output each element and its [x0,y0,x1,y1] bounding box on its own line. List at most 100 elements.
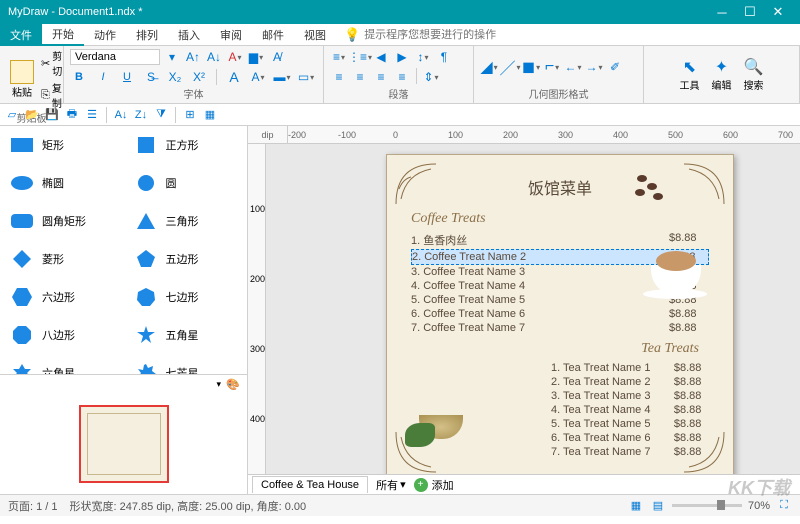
sort-az-icon[interactable]: A↓ [113,107,129,123]
menu-item[interactable]: 1. Tea Treat Name 1$8.88 [551,361,709,375]
menu-item[interactable]: 3. Tea Treat Name 3$8.88 [551,389,709,403]
save-icon[interactable]: 💾 [44,107,60,123]
tab-action[interactable]: 动作 [84,24,126,46]
shape-diamond[interactable]: 菱形 [0,240,124,278]
tab-review[interactable]: 审阅 [210,24,252,46]
grid-icon[interactable]: ⊞ [182,107,198,123]
shape-rectangle[interactable]: 矩形 [0,126,124,164]
fill-icon[interactable]: ◢▾ [480,58,498,76]
eyedropper-icon[interactable]: ✐ [606,58,624,76]
new-icon[interactable]: ▱ [4,107,20,123]
bullets-icon[interactable]: ≡▾ [330,48,348,66]
text-caps-icon[interactable]: A [225,68,243,86]
zoom-fit-icon[interactable]: ⛶ [776,498,792,514]
tab-insert[interactable]: 插入 [168,24,210,46]
list-icon[interactable]: ☰ [84,107,100,123]
highlight-icon[interactable]: ▆▾ [247,48,265,66]
maximize-button[interactable]: ☐ [736,4,764,20]
menu-item[interactable]: 7. Coffee Treat Name 7$8.88 [411,321,709,335]
justify-icon[interactable]: ≡ [393,68,411,86]
print-icon[interactable]: 🖶 [64,107,80,123]
shape-triangle[interactable]: 三角形 [124,202,248,240]
shape-star5[interactable]: 五角星 [124,316,248,354]
shape-pentagon[interactable]: 五边形 [124,240,248,278]
tab-view[interactable]: 视图 [294,24,336,46]
arrow-end-icon[interactable]: →▾ [585,58,603,76]
italic-icon[interactable]: I [94,68,112,86]
font-selector[interactable]: Verdana [70,49,160,65]
search-input[interactable] [364,29,564,41]
paragraph-mark-icon[interactable]: ¶ [435,48,453,66]
copy-button[interactable]: ⎘复制 [41,80,62,110]
tell-me-search[interactable]: 💡 [336,27,800,43]
shape-roundrect[interactable]: 圆角矩形 [0,202,124,240]
tools-button[interactable]: ⬉ 工具 [680,57,700,92]
grow-font-icon[interactable]: A↑ [184,48,202,66]
minimize-button[interactable]: ─ [708,5,736,20]
menu-item[interactable]: 7. Tea Treat Name 7$8.88 [551,445,709,459]
sort-za-icon[interactable]: Z↓ [133,107,149,123]
text-fill-icon[interactable]: ▬▾ [273,68,291,86]
numbering-icon[interactable]: ⋮≡▾ [351,48,369,66]
tab-arrange[interactable]: 排列 [126,24,168,46]
file-menu[interactable]: 文件 [0,24,42,46]
menu-item[interactable]: 6. Tea Treat Name 6$8.88 [551,431,709,445]
search-button[interactable]: 🔍 搜索 [744,57,764,92]
menu-item[interactable]: 6. Coffee Treat Name 6$8.88 [411,307,709,321]
clear-format-icon[interactable]: A̸ [268,48,286,66]
filter-icon[interactable]: ⧩ [153,107,169,123]
shape-hexagon[interactable]: 六边形 [0,278,124,316]
shape-star6[interactable]: 六角星 [0,354,124,374]
text-orient-icon[interactable]: A▾ [249,68,267,86]
zoom-slider[interactable] [672,504,742,507]
strike-icon[interactable]: S̶ [142,68,160,86]
arrow-start-icon[interactable]: ←▾ [564,58,582,76]
view-mode2-icon[interactable]: ▤ [650,498,666,514]
close-button[interactable]: ✕ [764,4,792,20]
menu-item[interactable]: 2. Tea Treat Name 2$8.88 [551,375,709,389]
corner-icon[interactable]: ⌐▾ [543,58,561,76]
page-thumbnail[interactable] [79,405,169,483]
edit-button[interactable]: ✦ 编辑 [712,57,732,92]
open-icon[interactable]: 📂 [24,107,40,123]
font-size-selector[interactable]: ▾ [163,48,181,66]
palette-icon[interactable]: 🎨 [225,376,241,392]
doc-tab[interactable]: Coffee & Tea House [252,476,368,493]
cut-button[interactable]: ✂剪切 [41,48,62,78]
underline-icon[interactable]: U [118,68,136,86]
vertical-align-icon[interactable]: ⇕▾ [422,68,440,86]
document-page[interactable]: 饭馆菜单 Coffee Treats 1. 鱼香肉丝$8.882. Coffee… [386,154,734,474]
shape-octagon[interactable]: 八边形 [0,316,124,354]
canvas-viewport[interactable]: 饭馆菜单 Coffee Treats 1. 鱼香肉丝$8.882. Coffee… [266,144,800,474]
shape-square[interactable]: 正方形 [124,126,248,164]
tab-home[interactable]: 开始 [42,24,84,46]
shadow-icon[interactable]: ◼▾ [522,58,540,76]
line-spacing-icon[interactable]: ↕▾ [414,48,432,66]
font-color-icon[interactable]: A▾ [226,48,244,66]
shape-ellipse[interactable]: 椭圆 [0,164,124,202]
line-icon[interactable]: ／▾ [501,58,519,76]
superscript-icon[interactable]: X² [190,68,208,86]
outdent-icon[interactable]: ◀ [372,48,390,66]
plus-icon: + [414,478,428,492]
shape-heptagon[interactable]: 七边形 [124,278,248,316]
paste-button[interactable]: 粘贴 [6,60,38,99]
shape-list[interactable]: 矩形正方形 椭圆圆 圆角矩形三角形 菱形五边形 六边形七边形 八边形五角星 六角… [0,126,247,374]
indent-icon[interactable]: ▶ [393,48,411,66]
align-left-icon[interactable]: ≡ [330,68,348,86]
menu-item[interactable]: 4. Tea Treat Name 4$8.88 [551,403,709,417]
view-mode-icon[interactable]: ▦ [628,498,644,514]
view-icon[interactable]: ▦ [202,107,218,123]
shape-star7[interactable]: 七芒星 [124,354,248,374]
bold-icon[interactable]: B [70,68,88,86]
align-center-icon[interactable]: ≡ [351,68,369,86]
text-effects-icon[interactable]: ▭▾ [297,68,315,86]
shape-circle[interactable]: 圆 [124,164,248,202]
align-right-icon[interactable]: ≡ [372,68,390,86]
tab-mail[interactable]: 邮件 [252,24,294,46]
add-tab-button[interactable]: +添加 [414,477,454,493]
zoom-level: 70% [748,500,770,512]
menu-item[interactable]: 5. Tea Treat Name 5$8.88 [551,417,709,431]
shrink-font-icon[interactable]: A↓ [205,48,223,66]
subscript-icon[interactable]: X₂ [166,68,184,86]
